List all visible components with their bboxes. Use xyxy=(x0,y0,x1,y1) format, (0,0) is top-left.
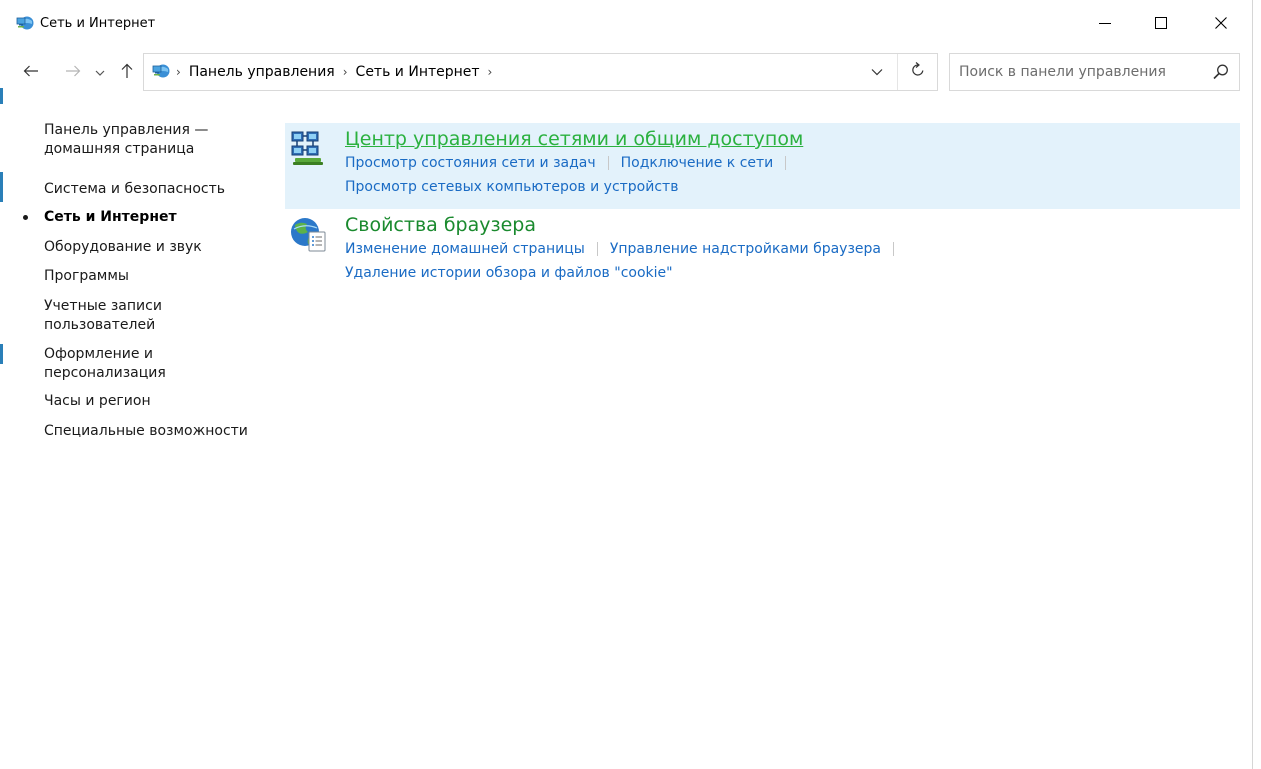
link-manage-browser-addons[interactable]: Управление надстройками браузера xyxy=(610,241,881,257)
maximize-icon xyxy=(1155,17,1167,29)
network-center-icon xyxy=(289,129,329,169)
breadcrumb-separator-icon[interactable]: › xyxy=(335,65,356,79)
nav-programs[interactable]: Программы xyxy=(44,267,264,286)
recent-locations-button[interactable] xyxy=(92,60,108,86)
close-icon xyxy=(1215,17,1227,29)
window-edge-accent xyxy=(0,172,3,202)
up-button[interactable] xyxy=(115,60,139,86)
network-internet-icon xyxy=(16,14,34,32)
nav-hardware-sound[interactable]: Оборудование и звук xyxy=(44,238,264,257)
forward-button[interactable] xyxy=(60,60,86,86)
breadcrumb: › Панель управления › Сеть и Интернет › xyxy=(174,54,500,90)
category-title-internet-options[interactable]: Свойства браузера xyxy=(345,214,536,236)
refresh-icon xyxy=(911,62,925,82)
nav-appearance-personalization[interactable]: Оформление и персонализация xyxy=(44,345,174,383)
arrow-left-icon xyxy=(23,65,39,81)
breadcrumb-control-panel[interactable]: Панель управления xyxy=(189,64,335,80)
nav-user-accounts[interactable]: Учетные записи пользователей xyxy=(44,297,174,335)
link-view-network-status[interactable]: Просмотр состояния сети и задач xyxy=(345,155,596,171)
window-edge-accent xyxy=(0,88,3,104)
window-title: Сеть и Интернет xyxy=(40,16,156,31)
refresh-button[interactable] xyxy=(897,54,937,90)
chevron-down-icon xyxy=(95,65,105,81)
link-delete-browsing-history[interactable]: Удаление истории обзора и файлов "cookie… xyxy=(345,265,673,281)
window-edge-accent xyxy=(0,344,3,364)
current-item-bullet-icon xyxy=(23,215,28,220)
close-button[interactable] xyxy=(1198,0,1244,46)
arrow-right-icon xyxy=(65,65,81,81)
search-input[interactable] xyxy=(959,62,1199,82)
breadcrumb-separator-icon[interactable]: › xyxy=(480,65,501,79)
link-connect-to-network[interactable]: Подключение к сети xyxy=(621,155,774,171)
breadcrumb-network-internet[interactable]: Сеть и Интернет xyxy=(356,64,480,80)
category-title-network-sharing-center[interactable]: Центр управления сетями и общим доступом xyxy=(345,128,803,150)
internet-options-icon xyxy=(289,215,329,255)
back-button[interactable] xyxy=(18,60,44,86)
link-divider xyxy=(893,242,894,256)
minimize-icon xyxy=(1099,17,1111,29)
title-bar: Сеть и Интернет xyxy=(0,0,1253,50)
nav-clock-region[interactable]: Часы и регион xyxy=(44,392,264,411)
nav-ease-of-access[interactable]: Специальные возможности xyxy=(44,422,264,441)
search-icon[interactable] xyxy=(1212,63,1230,81)
chevron-down-icon xyxy=(871,64,883,80)
category-links-network: Просмотр состояния сети и задач Подключе… xyxy=(345,155,798,171)
address-dropdown-button[interactable] xyxy=(864,54,890,90)
address-bar[interactable]: › Панель управления › Сеть и Интернет › xyxy=(143,53,938,91)
link-divider xyxy=(596,242,598,256)
link-divider xyxy=(607,156,609,170)
arrow-up-icon xyxy=(121,63,133,83)
category-internet-options: Свойства браузера Изменение домашней стр… xyxy=(285,209,1240,295)
link-change-home-page[interactable]: Изменение домашней страницы xyxy=(345,241,585,257)
category-links-network-row2: Просмотр сетевых компьютеров и устройств xyxy=(345,179,678,195)
network-internet-icon xyxy=(152,62,170,80)
breadcrumb-separator-icon[interactable]: › xyxy=(174,65,189,79)
link-view-network-computers[interactable]: Просмотр сетевых компьютеров и устройств xyxy=(345,179,678,195)
category-network-sharing-center: Центр управления сетями и общим доступом… xyxy=(285,123,1240,209)
category-links-browser: Изменение домашней страницы Управление н… xyxy=(345,241,906,257)
search-box[interactable] xyxy=(949,53,1240,91)
minimize-button[interactable] xyxy=(1082,0,1128,46)
nav-control-panel-home[interactable]: Панель управления — домашняя страница xyxy=(44,121,264,159)
link-divider xyxy=(785,156,787,170)
maximize-button[interactable] xyxy=(1138,0,1184,46)
nav-network-internet: Сеть и Интернет xyxy=(44,209,177,225)
category-links-browser-row2: Удаление истории обзора и файлов "cookie… xyxy=(345,265,673,281)
control-panel-window: Сеть и Интернет › Панель управления › Се… xyxy=(0,0,1253,769)
nav-system-security[interactable]: Система и безопасность xyxy=(44,180,264,199)
